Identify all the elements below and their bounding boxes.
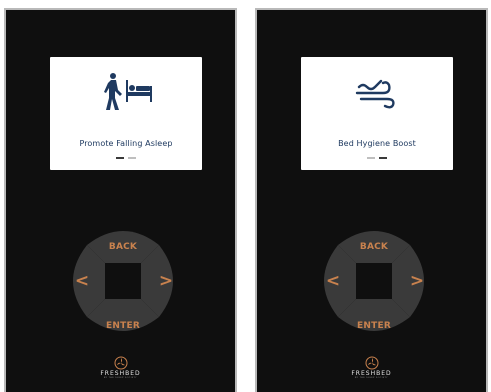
page-dot-2 <box>379 157 387 159</box>
page-dot-1 <box>367 157 375 159</box>
brand-name: FRESHBED <box>351 370 392 377</box>
back-button[interactable]: BACK <box>314 242 434 252</box>
brand-tagline: BY THE SLEEP SOCIETY <box>103 377 138 379</box>
back-button[interactable]: BACK <box>63 242 183 252</box>
brand-tagline: BY THE SLEEP SOCIETY <box>354 377 389 379</box>
device-panel-left: Promote Falling Asleep BACK ENTER < > FR… <box>4 8 237 392</box>
display-screen: Promote Falling Asleep <box>50 57 202 170</box>
device-panel-right: Bed Hygiene Boost BACK ENTER < > FRESHBE… <box>255 8 488 392</box>
enter-button[interactable]: ENTER <box>63 321 183 331</box>
brand-logo: FRESHBED BY THE SLEEP SOCIETY <box>257 356 486 379</box>
left-arrow-button[interactable]: < <box>323 271 343 291</box>
page-indicator <box>301 157 453 160</box>
left-arrow-button[interactable]: < <box>72 271 92 291</box>
display-screen: Bed Hygiene Boost <box>301 57 453 170</box>
brand-name: FRESHBED <box>100 370 141 377</box>
screen-title: Promote Falling Asleep <box>79 139 173 148</box>
control-pad: BACK ENTER < > <box>314 221 434 341</box>
screen-title: Bed Hygiene Boost <box>338 139 416 148</box>
right-arrow-button[interactable]: > <box>407 271 427 291</box>
page-dot-2 <box>128 157 136 159</box>
wind-icon <box>301 71 453 113</box>
control-pad: BACK ENTER < > <box>63 221 183 341</box>
enter-button[interactable]: ENTER <box>314 321 434 331</box>
person-walking-to-bed-icon <box>50 71 202 113</box>
page-indicator <box>50 157 202 160</box>
page-dot-1 <box>116 157 124 159</box>
right-arrow-button[interactable]: > <box>156 271 176 291</box>
fan-logo-icon <box>114 356 127 370</box>
brand-logo: FRESHBED BY THE SLEEP SOCIETY <box>6 356 235 379</box>
fan-logo-icon <box>365 356 378 370</box>
